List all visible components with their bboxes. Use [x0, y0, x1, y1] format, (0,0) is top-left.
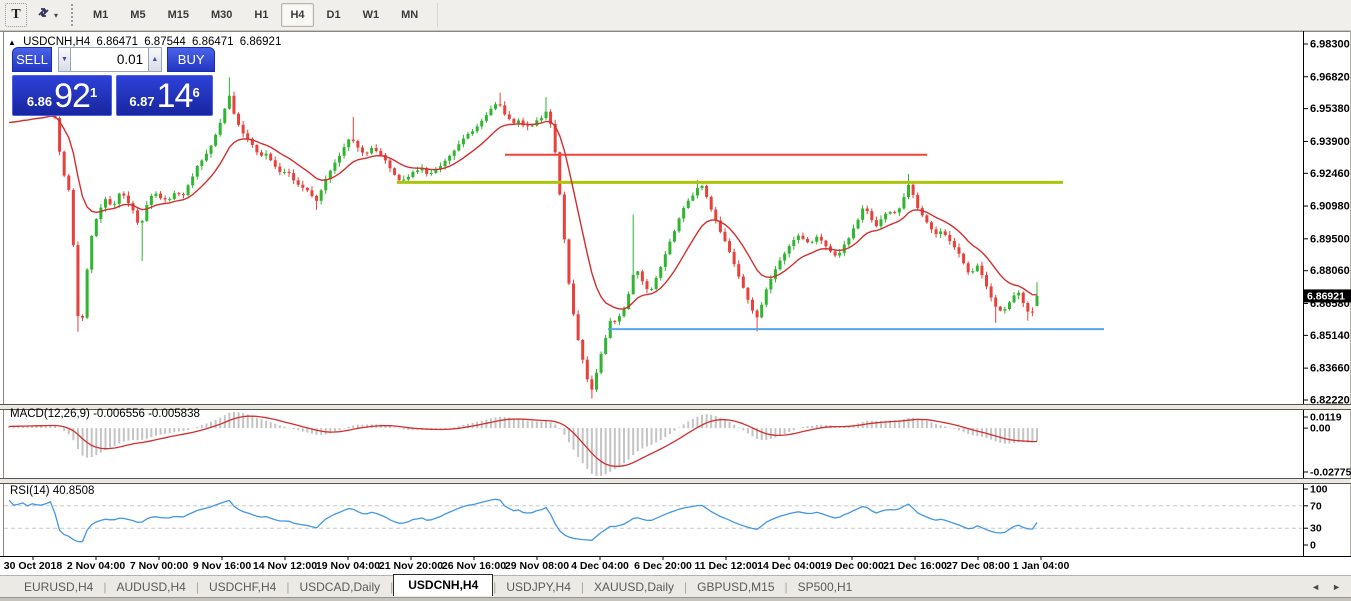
volume-decrease-button[interactable]: ▼ — [58, 47, 71, 72]
price-axis-label: 6.95380 — [1310, 103, 1350, 115]
time-axis-label: 21 Dec 16:00 — [883, 560, 947, 572]
time-axis-label: 29 Nov 08:00 — [505, 560, 569, 572]
time-axis-label: 27 Dec 08:00 — [946, 560, 1010, 572]
macd-label: MACD(12,26,9) -0.006556 -0.005838 — [10, 408, 200, 420]
buy-price-prefix: 6.87 — [129, 92, 154, 112]
time-axis-label: 19 Dec 00:00 — [820, 560, 884, 572]
trading-terminal: 6.98300 6.96820 6.95380 6.93900 6.92460 6.909… — [0, 0, 1351, 601]
sell-price-point: 1 — [90, 78, 97, 108]
timeframe-group: M1M5M15M30H1H4D1W1MN — [82, 3, 429, 27]
tab-item-xauusd[interactable]: XAUUSD,Daily — [584, 578, 684, 596]
price-axis-label: 6.89500 — [1310, 233, 1350, 245]
swap-arrows-icon — [36, 5, 51, 25]
time-axis-label: 4 Dec 04:00 — [571, 560, 629, 572]
price-axis-label: 6.90980 — [1310, 201, 1350, 213]
time-axis-label: 9 Nov 16:00 — [193, 560, 252, 572]
price-axis-label: 6.98300 — [1310, 39, 1350, 51]
timeframe-button-h4[interactable]: H4 — [281, 3, 313, 27]
rsi-label: RSI(14) 40.8508 — [10, 485, 94, 497]
time-axis-label: 26 Nov 16:00 — [442, 560, 506, 572]
current-price-tag-label: 6.86921 — [1307, 290, 1345, 302]
time-axis-label: 6 Dec 20:00 — [634, 560, 692, 572]
macd-axis-label: -0.027754 — [1310, 467, 1351, 479]
ohlc-close: 6.86921 — [240, 36, 282, 48]
volume-input[interactable] — [71, 47, 148, 72]
tab-scroll-right-icon[interactable]: ► — [1332, 582, 1341, 592]
timeframe-button-m1[interactable]: M1 — [84, 3, 117, 27]
chevron-down-icon: ▾ — [54, 11, 58, 20]
buy-price-quote[interactable]: 6.87 14 6 — [116, 75, 213, 116]
rsi-axis-label: 100 — [1310, 484, 1328, 496]
time-axis-label: 30 Oct 2018 — [4, 560, 63, 572]
time-axis-label: 2 Nov 04:00 — [67, 560, 126, 572]
timeframe-button-h1[interactable]: H1 — [245, 3, 277, 27]
tabs-container: EURUSD,H4|AUDUSD,H4|USDCHF,H4|USDCAD,Dai… — [14, 577, 862, 596]
tab-item-audusd[interactable]: AUDUSD,H4 — [106, 578, 195, 596]
tab-item-usdcnh[interactable]: USDCNH,H4 — [393, 574, 493, 596]
tab-scroll-left-icon[interactable]: ◄ — [1311, 582, 1320, 592]
timeframe-button-m30[interactable]: M30 — [202, 3, 241, 27]
sell-price-pips: 92 — [54, 80, 90, 112]
sell-price-prefix: 6.86 — [27, 92, 52, 112]
tab-item-gbpusd[interactable]: GBPUSD,M15 — [687, 578, 784, 596]
one-click-trading-panel: SELL ▼ ▲ BUY 6.86 92 1 6.87 14 6 — [12, 47, 215, 116]
tab-item-usdchf[interactable]: USDCHF,H4 — [199, 578, 286, 596]
cycle-symbols-button[interactable]: ▾ — [29, 3, 65, 27]
time-axis-label: 7 Nov 00:00 — [130, 560, 189, 572]
price-axis-label: 6.83660 — [1310, 363, 1350, 375]
sell-price-quote[interactable]: 6.86 92 1 — [12, 75, 112, 116]
rsi-axis-label: 0 — [1310, 540, 1316, 552]
tab-item-usdjpy[interactable]: USDJPY,H4 — [496, 578, 580, 596]
symbol-tab-bar: EURUSD,H4|AUDUSD,H4|USDCHF,H4|USDCAD,Dai… — [0, 575, 1351, 597]
rsi-axis-label: 70 — [1310, 500, 1322, 512]
tab-item-eurusd[interactable]: EURUSD,H4 — [14, 578, 103, 596]
time-axis-label: 14 Dec 04:00 — [757, 560, 821, 572]
timeframe-button-w1[interactable]: W1 — [354, 3, 389, 27]
toolbar-separator — [437, 3, 438, 27]
price-axis-label: 6.88060 — [1310, 265, 1350, 277]
rsi-axis-label: 30 — [1310, 523, 1322, 535]
price-axis-label: 6.96820 — [1310, 71, 1350, 83]
buy-price-pips: 14 — [157, 80, 193, 112]
sell-button[interactable]: SELL — [12, 47, 52, 72]
timeframe-button-m5[interactable]: M5 — [121, 3, 154, 27]
buy-button[interactable]: BUY — [167, 47, 215, 72]
timeframe-button-m15[interactable]: M15 — [159, 3, 198, 27]
time-axis-label: 1 Jan 04:00 — [1013, 560, 1070, 572]
time-axis-label: 21 Nov 20:00 — [379, 560, 443, 572]
timeframe-button-mn[interactable]: MN — [392, 3, 427, 27]
buy-price-point: 6 — [192, 78, 199, 108]
text-tool-button[interactable]: T — [5, 3, 27, 27]
collapse-panel-arrow-icon[interactable]: ▲ — [8, 38, 16, 47]
text-tool-icon: T — [11, 7, 20, 23]
toolbar: T ▾ M1M5M15M30H1H4D1W1MN — [0, 0, 1351, 31]
window-bottom-edge — [0, 597, 1351, 601]
time-axis-label: 14 Nov 12:00 — [253, 560, 317, 572]
tab-item-sp500[interactable]: SP500,H1 — [788, 578, 863, 596]
volume-increase-button[interactable]: ▲ — [148, 47, 161, 72]
tab-item-usdcad[interactable]: USDCAD,Daily — [289, 578, 390, 596]
toolbar-grip-handle[interactable] — [71, 4, 75, 26]
time-axis-label: 19 Nov 04:00 — [316, 560, 380, 572]
timeframe-button-d1[interactable]: D1 — [318, 3, 350, 27]
price-axis-label: 6.93900 — [1310, 136, 1350, 148]
price-axis-label: 6.85140 — [1310, 330, 1350, 342]
macd-axis-label: 0.00 — [1310, 423, 1331, 435]
price-axis-label: 6.82220 — [1310, 395, 1350, 407]
price-axis-label: 6.92460 — [1310, 168, 1350, 180]
time-axis-label: 11 Dec 12:00 — [694, 560, 757, 572]
